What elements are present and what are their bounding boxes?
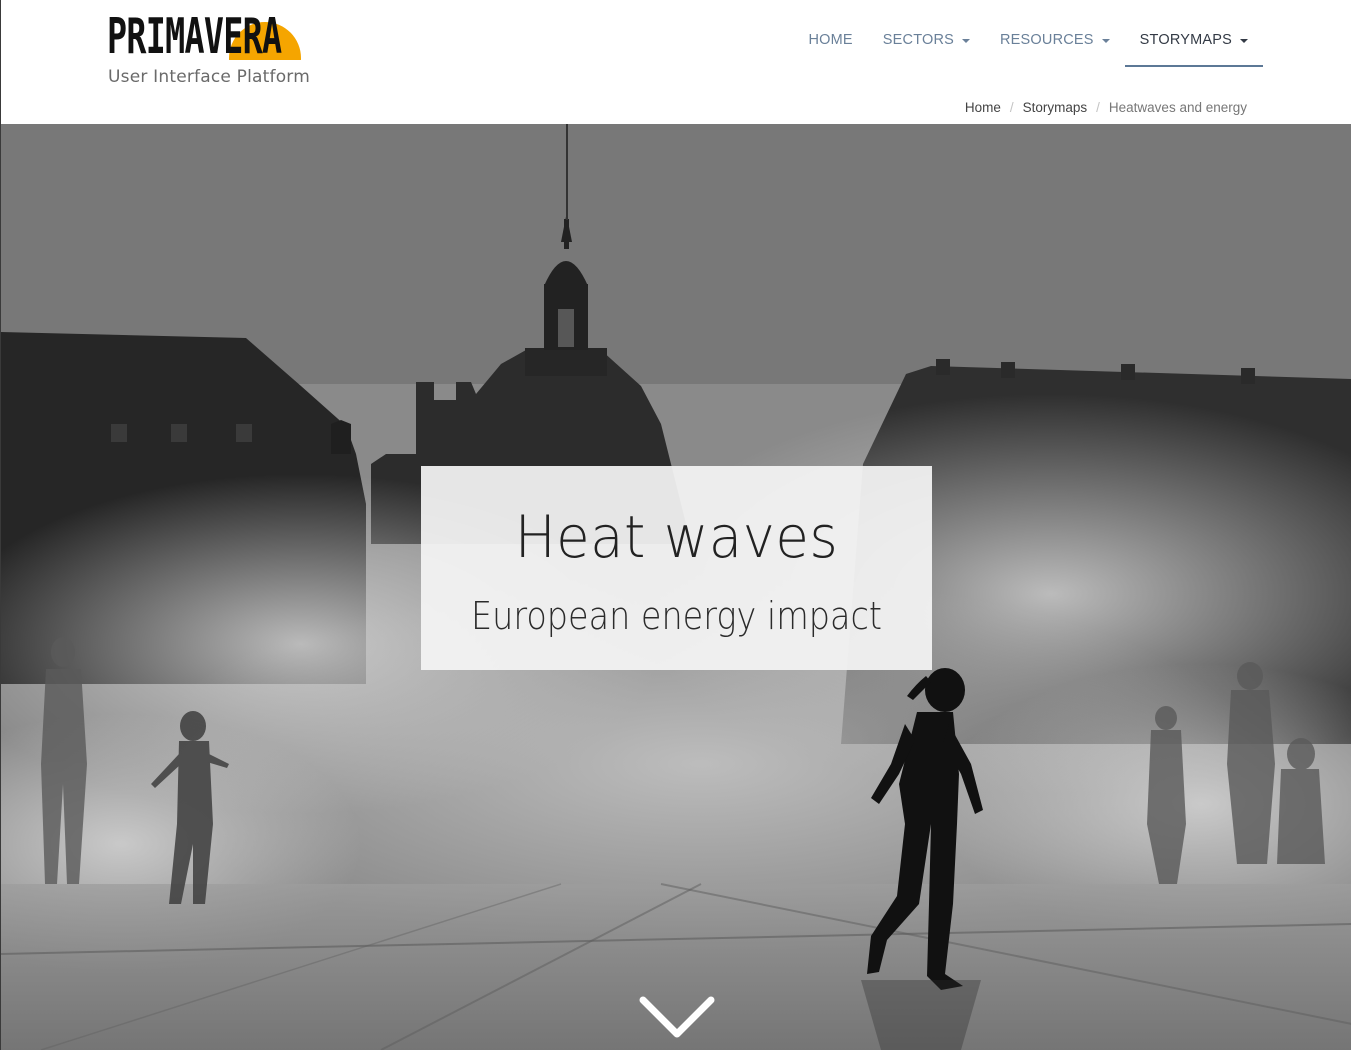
site-logo[interactable]: PRIMAVERA User Interface Platform [107,12,313,92]
site-header: PRIMAVERA User Interface Platform HOME S… [1,0,1351,124]
logo-tagline: User Interface Platform [108,67,310,87]
breadcrumb: Home / Storymaps / Heatwaves and energy [965,100,1247,115]
main-nav: HOME SECTORS RESOURCES STORYMAPS [793,28,1263,67]
hero-section: Heat waves European energy impact [1,124,1351,1050]
nav-item-resources[interactable]: RESOURCES [985,28,1125,65]
scroll-down-button[interactable] [637,994,717,1044]
nav-item-label: RESOURCES [1000,31,1094,48]
nav-item-label: SECTORS [882,31,955,48]
chevron-down-icon [639,996,715,1038]
logo-wordmark: PRIMAVERA [107,8,282,65]
caret-down-icon [1240,38,1248,43]
nav-item-sectors[interactable]: SECTORS [868,28,985,65]
hero-title-card: Heat waves European energy impact [421,466,932,670]
nav-item-storymaps[interactable]: STORYMAPS [1124,28,1263,67]
hero-title: Heat waves [514,503,839,571]
nav-item-label: STORYMAPS [1139,31,1232,48]
caret-down-icon [1101,38,1110,43]
page: PRIMAVERA User Interface Platform HOME S… [0,0,1351,1050]
nav-item-label: HOME [808,31,853,48]
hero-subtitle: European energy impact [471,594,882,638]
caret-down-icon [962,38,971,43]
breadcrumb-separator: / [1009,100,1014,115]
nav-item-home[interactable]: HOME [793,28,867,65]
breadcrumb-current: Heatwaves and energy [1108,100,1247,115]
breadcrumb-separator: / [1096,100,1100,115]
breadcrumb-storymaps[interactable]: Storymaps [1023,100,1088,115]
breadcrumb-home[interactable]: Home [965,100,1001,115]
